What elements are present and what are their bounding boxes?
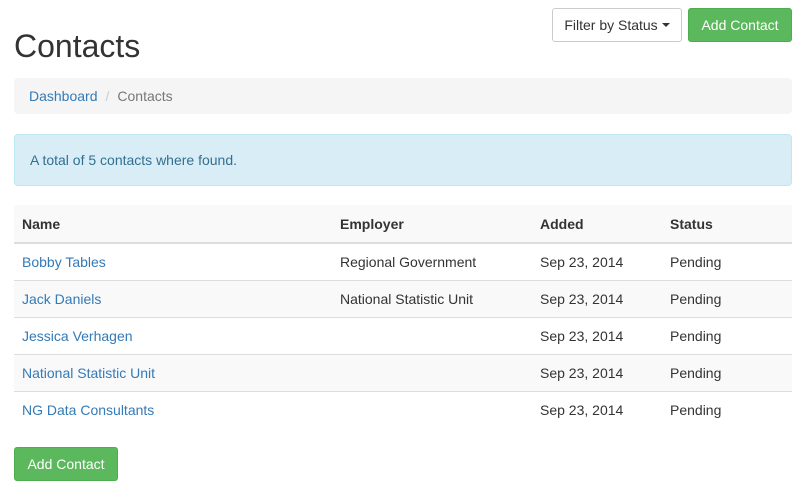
- table-header-row: Name Employer Added Status: [14, 205, 792, 244]
- filter-by-status-label: Filter by Status: [564, 17, 658, 33]
- contact-status: Pending: [662, 353, 792, 391]
- contact-name-link[interactable]: NG Data Consultants: [22, 402, 154, 418]
- info-alert: A total of 5 contacts where found.: [14, 134, 792, 186]
- contact-status: Pending: [662, 242, 792, 280]
- breadcrumb: Dashboard / Contacts: [14, 78, 792, 114]
- contact-added: Sep 23, 2014: [532, 353, 662, 391]
- caret-down-icon: [661, 23, 670, 28]
- add-contact-button-top[interactable]: Add Contact: [688, 8, 792, 42]
- contact-employer: National Statistic Unit: [332, 279, 532, 317]
- breadcrumb-separator: /: [105, 88, 110, 104]
- table-row: Jack Daniels National Statistic Unit Sep…: [14, 279, 792, 317]
- contact-added: Sep 23, 2014: [532, 242, 662, 280]
- contact-name-link[interactable]: Jack Daniels: [22, 291, 101, 307]
- page-title: Contacts: [14, 28, 141, 64]
- add-contact-button-bottom[interactable]: Add Contact: [14, 447, 118, 481]
- contact-employer: [332, 353, 532, 391]
- contact-status: Pending: [662, 390, 792, 428]
- contact-employer: Regional Government: [332, 242, 532, 280]
- contact-status: Pending: [662, 316, 792, 354]
- column-header-status: Status: [662, 205, 792, 244]
- contact-added: Sep 23, 2014: [532, 279, 662, 317]
- contact-added: Sep 23, 2014: [532, 390, 662, 428]
- table-row: NG Data Consultants Sep 23, 2014 Pending: [14, 390, 792, 428]
- contact-name-link[interactable]: Jessica Verhagen: [22, 328, 133, 344]
- contact-name-link[interactable]: National Statistic Unit: [22, 365, 155, 381]
- column-header-added: Added: [532, 205, 662, 244]
- contact-status: Pending: [662, 279, 792, 317]
- table-row: National Statistic Unit Sep 23, 2014 Pen…: [14, 353, 792, 391]
- contact-employer: [332, 390, 532, 428]
- contacts-table: Name Employer Added Status Bobby Tables …: [14, 205, 792, 428]
- filter-by-status-button[interactable]: Filter by Status: [552, 8, 682, 42]
- column-header-name: Name: [14, 205, 332, 244]
- table-row: Jessica Verhagen Sep 23, 2014 Pending: [14, 316, 792, 354]
- breadcrumb-dashboard-link[interactable]: Dashboard: [29, 88, 98, 104]
- contact-employer: [332, 316, 532, 354]
- breadcrumb-current: Contacts: [117, 88, 173, 104]
- contact-name-link[interactable]: Bobby Tables: [22, 254, 106, 270]
- contact-added: Sep 23, 2014: [532, 316, 662, 354]
- column-header-employer: Employer: [332, 205, 532, 244]
- table-row: Bobby Tables Regional Government Sep 23,…: [14, 242, 792, 280]
